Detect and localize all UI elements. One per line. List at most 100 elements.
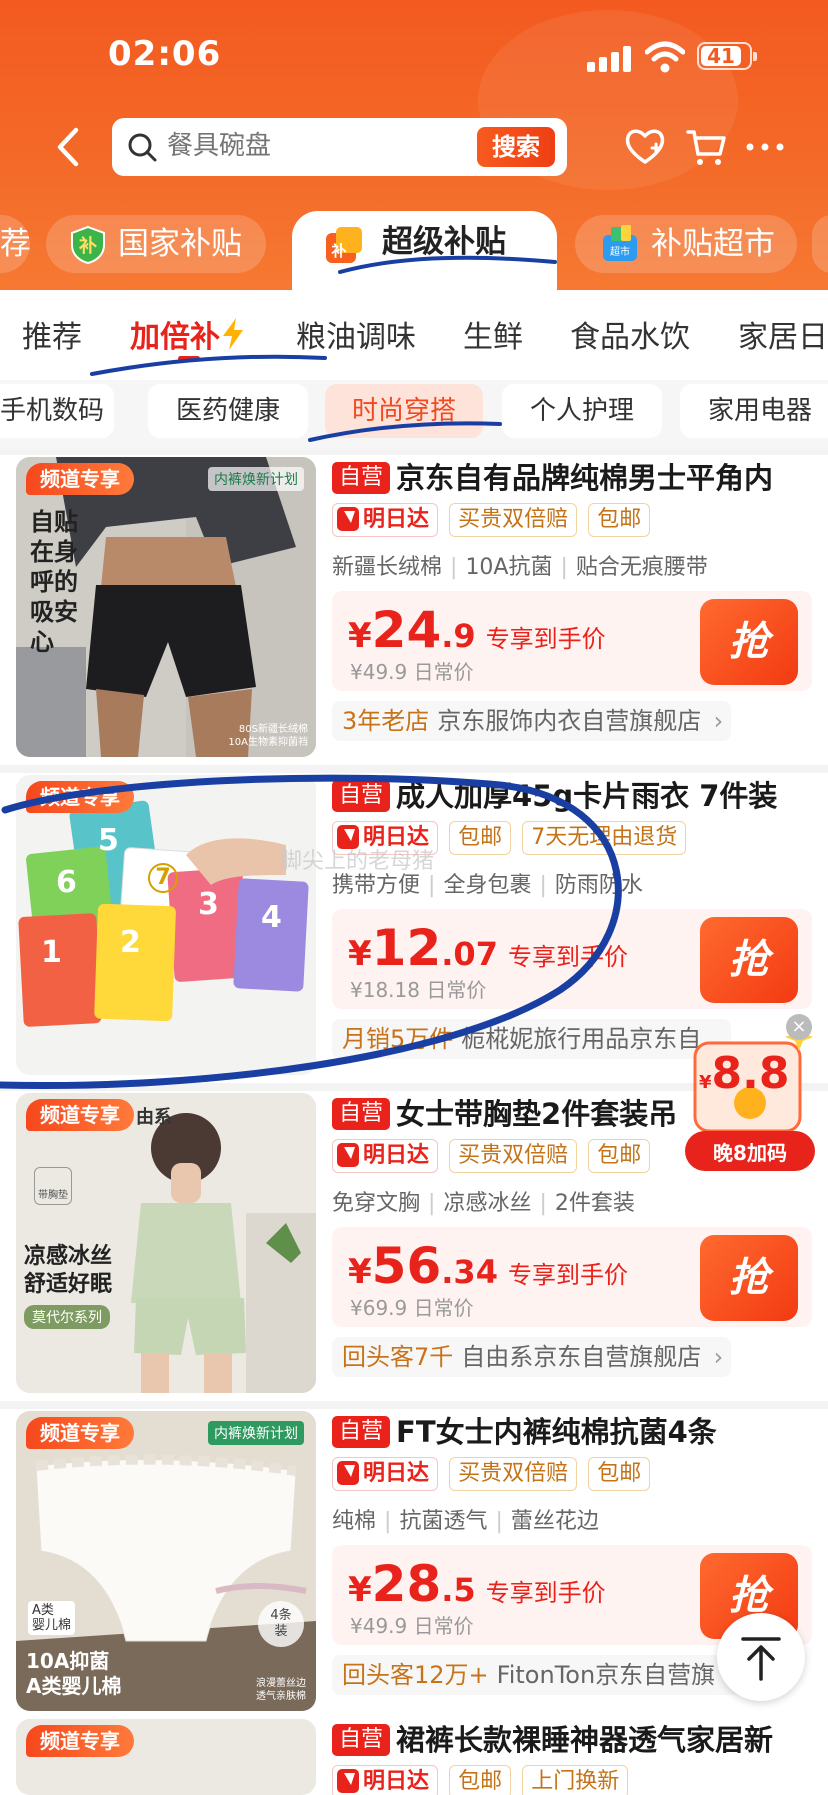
search-box[interactable]: 搜索 bbox=[112, 118, 567, 176]
feature: 蕾丝花边 bbox=[510, 1509, 599, 1534]
product-title-row[interactable]: 自营 裙裤长款裸睡神器透气家居新 bbox=[332, 1717, 812, 1761]
product-title-row[interactable]: 自营 成人加厚45g卡片雨衣 7件装 bbox=[332, 773, 812, 817]
store-highlight: 3年老店 bbox=[342, 707, 430, 735]
channel-tab-recommend[interactable]: 荐 bbox=[0, 215, 30, 273]
image-badge: 内裤焕新计划 bbox=[208, 467, 304, 491]
subnav-tab-double-subsidy[interactable]: 加倍补 bbox=[130, 312, 246, 356]
store-link[interactable]: 回头客7千 自由系京东自营旗舰店 › bbox=[332, 1337, 732, 1377]
exclusive-tag: 频道专享 bbox=[26, 1417, 134, 1449]
search-button[interactable]: 搜索 bbox=[477, 127, 555, 167]
subnav-tab-home[interactable]: 家居日 bbox=[738, 312, 828, 356]
close-icon[interactable]: × bbox=[786, 1014, 812, 1040]
image-caption: 凉感冰丝 舒适好眠 bbox=[24, 1244, 113, 1297]
product-image[interactable]: 频道专享 由系 带胸垫 凉感冰丝 舒适好眠 莫代尔系列 bbox=[16, 1093, 316, 1393]
brand-label: 由系 bbox=[136, 1107, 172, 1128]
store-link[interactable]: 月销5万件 栀椛妮旅行用品京东自 bbox=[332, 1019, 732, 1059]
product-card[interactable]: 频道专享 自营 裙裤长款裸睡神器透气家居新 明日达 包邮 上门换新 bbox=[0, 1717, 828, 1795]
original-price: ¥18.18 日常价 bbox=[350, 978, 487, 1002]
product-title-row[interactable]: 自营 FT女士内裤纯棉抗菌4条 bbox=[332, 1409, 812, 1453]
image-corner-text: 浪漫蕾丝边 透气亲肤棉 bbox=[256, 1678, 306, 1702]
store-link[interactable]: 回头客12万+ FitonTon京东自营旗 bbox=[332, 1655, 746, 1695]
price-integer: 28 bbox=[371, 1555, 442, 1613]
store-highlight: 回头客12万+ bbox=[342, 1661, 489, 1689]
product-image[interactable]: 频道专享 bbox=[16, 1719, 316, 1795]
pack-number: 7 bbox=[148, 863, 178, 893]
price-integer: 56 bbox=[371, 1237, 442, 1295]
grab-button[interactable]: 抢 bbox=[700, 599, 798, 685]
channel-tab-label: 荐 bbox=[0, 226, 30, 262]
product-image[interactable]: 频道专享 内裤焕新计划 A类 婴儿棉 10A抑菌 A类婴儿棉 4条 装 浪漫蕾丝… bbox=[16, 1411, 316, 1711]
product-image[interactable]: 5 6 7 3 4 1 2 频道专享 bbox=[16, 775, 316, 1075]
exclusive-tag: 频道专享 bbox=[26, 1099, 134, 1131]
nav-row: 搜索 bbox=[0, 112, 828, 182]
price-integer: 24 bbox=[371, 601, 442, 659]
channel-tab-national-subsidy[interactable]: 补 国家补贴 bbox=[46, 215, 266, 273]
arrow-up-icon bbox=[741, 1637, 781, 1681]
subnav-tab-food-drink[interactable]: 食品水饮 bbox=[570, 312, 690, 356]
product-title: 成人加厚45g卡片雨衣 7件装 bbox=[396, 779, 778, 813]
product-image[interactable]: 频道专享 内裤焕新计划 自贴 在身 呼的 吸安 心 80S新疆长绒棉 10A生物… bbox=[16, 457, 316, 757]
deal-price: ¥12.07 专享到手价 bbox=[348, 919, 628, 977]
product-title-row[interactable]: 自营 京东自有品牌纯棉男士平角内 bbox=[332, 455, 812, 499]
feature: 免穿文胸 bbox=[332, 1191, 421, 1216]
chip-fashion[interactable]: 时尚穿搭 bbox=[325, 384, 483, 438]
channel-tab-label: 国家补贴 bbox=[118, 226, 242, 262]
channel-tab-super-subsidy[interactable]: 补 超级补贴 bbox=[292, 211, 557, 291]
price-decimal: .34 bbox=[441, 1253, 498, 1291]
image-caption: 10A抑菌 A类婴儿棉 bbox=[26, 1649, 122, 1698]
currency-symbol: ¥ bbox=[348, 1252, 372, 1292]
image-badge: 内裤焕新计划 bbox=[208, 1421, 304, 1445]
feature: 2件套装 bbox=[554, 1191, 635, 1216]
chip-health[interactable]: 医药健康 bbox=[148, 384, 308, 438]
image-sub-caption: 莫代尔系列 bbox=[24, 1305, 110, 1329]
subnav-tab-recommend[interactable]: 推荐 bbox=[22, 312, 82, 356]
search-input[interactable] bbox=[167, 130, 427, 161]
self-operated-tag: 自营 bbox=[332, 461, 391, 494]
more-icon[interactable] bbox=[742, 124, 788, 170]
deal-price: ¥28.5 专享到手价 bbox=[348, 1555, 606, 1613]
pack-number: 2 bbox=[120, 925, 141, 960]
grab-button[interactable]: 抢 bbox=[700, 917, 798, 1003]
pack-number: 4 bbox=[261, 900, 282, 935]
store-highlight: 月销5万件 bbox=[342, 1025, 454, 1053]
chip-appliances[interactable]: 家用电器 bbox=[680, 384, 828, 438]
chip-personal-care[interactable]: 个人护理 bbox=[502, 384, 662, 438]
next-day-badge: 明日达 bbox=[332, 1457, 439, 1491]
channel-tab-subsidy-market[interactable]: 超市 补贴超市 bbox=[575, 215, 797, 273]
back-arrow-icon[interactable] bbox=[48, 122, 88, 172]
service-badge: 包邮 bbox=[588, 503, 651, 537]
follow-heart-icon[interactable] bbox=[622, 124, 668, 170]
subnav-tab-fresh[interactable]: 生鲜 bbox=[463, 312, 523, 356]
channel-tab-more[interactable] bbox=[812, 215, 828, 273]
store-name: FitonTon京东自营旗 bbox=[496, 1661, 716, 1689]
deal-label: 专享到手价 bbox=[485, 1579, 606, 1607]
feature: 抗菌透气 bbox=[399, 1509, 488, 1534]
back-to-top-button[interactable] bbox=[717, 1613, 805, 1701]
feature: 凉感冰丝 bbox=[443, 1191, 532, 1216]
store-highlight: 回头客7千 bbox=[342, 1343, 454, 1371]
product-card[interactable]: 频道专享 内裤焕新计划 A类 婴儿棉 10A抑菌 A类婴儿棉 4条 装 浪漫蕾丝… bbox=[0, 1409, 828, 1719]
next-day-badge: 明日达 bbox=[332, 1139, 439, 1173]
deal-label: 专享到手价 bbox=[507, 1261, 628, 1289]
store-link[interactable]: 3年老店 京东服饰内衣自营旗舰店 › bbox=[332, 701, 732, 741]
category-chips: 手机数码 医药健康 时尚穿搭 个人护理 家用电器 bbox=[0, 380, 828, 450]
service-badge: 买贵双倍赔 bbox=[449, 1457, 578, 1491]
store-name: 京东服饰内衣自营旗舰店 bbox=[437, 707, 702, 735]
chip-digital[interactable]: 手机数码 bbox=[0, 384, 114, 438]
product-title: 京东自有品牌纯棉男士平角内 bbox=[396, 461, 774, 495]
search-icon bbox=[128, 133, 157, 162]
product-card[interactable]: 频道专享 内裤焕新计划 自贴 在身 呼的 吸安 心 80S新疆长绒棉 10A生物… bbox=[0, 455, 828, 765]
pack-number: 3 bbox=[198, 887, 219, 922]
subnav-tab-grain-oil[interactable]: 粮油调味 bbox=[296, 312, 416, 356]
feature: 纯棉 bbox=[332, 1509, 377, 1534]
svg-text:补: 补 bbox=[330, 242, 346, 260]
shield-subsidy-icon: 补 bbox=[71, 225, 105, 265]
coupon-value: 8.8 bbox=[711, 1048, 790, 1099]
signal-icon bbox=[587, 46, 635, 72]
grab-button[interactable]: 抢 bbox=[700, 1235, 798, 1321]
image-corner-text: 80S新疆长绒棉 10A生物素抑菌裆 bbox=[228, 724, 308, 748]
feature: 10A抗菌 bbox=[465, 555, 553, 580]
cart-icon[interactable] bbox=[684, 124, 730, 170]
currency-symbol: ¥ bbox=[699, 1072, 712, 1093]
currency-symbol: ¥ bbox=[348, 616, 372, 656]
